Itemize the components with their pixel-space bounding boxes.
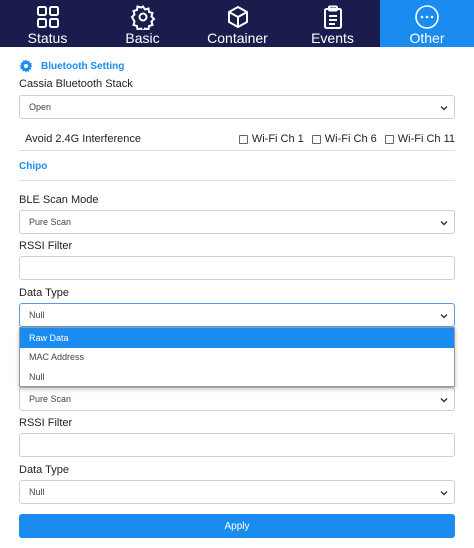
- rssi-filter-label-2: RSSI Filter: [19, 417, 73, 429]
- data-type-label: Data Type: [19, 287, 69, 299]
- tab-status[interactable]: Status: [0, 0, 95, 47]
- rssi-filter-input-2[interactable]: [19, 433, 455, 457]
- chevron-down-icon: [440, 106, 448, 111]
- tab-events[interactable]: Events: [285, 0, 380, 47]
- section-title-text: Bluetooth Setting: [41, 60, 125, 72]
- divider: [19, 150, 455, 151]
- checkbox-box: [384, 134, 394, 144]
- chipo-section-title: Chipo: [19, 161, 47, 172]
- data-type-select[interactable]: Null: [19, 303, 455, 327]
- wifi-ch11-checkbox[interactable]: Wi-Fi Ch 11: [384, 133, 455, 145]
- grid-icon: [36, 6, 59, 28]
- chevron-down-icon: [440, 314, 448, 319]
- select-value: Null: [29, 487, 45, 497]
- more-icon: [415, 5, 439, 29]
- scan-mode-label: BLE Scan Mode: [19, 194, 99, 206]
- cube-icon: [227, 6, 248, 28]
- clipboard-icon: [323, 5, 342, 29]
- checkbox-label: Wi-Fi Ch 11: [397, 133, 455, 145]
- apply-button[interactable]: Apply: [19, 514, 455, 538]
- wifi-ch6-checkbox[interactable]: Wi-Fi Ch 6: [311, 133, 377, 145]
- checkbox-label: Wi-Fi Ch 6: [324, 133, 377, 145]
- section-title-text: Chipo: [19, 161, 48, 172]
- tab-label: Events: [311, 30, 354, 46]
- chevron-down-icon: [440, 221, 448, 226]
- dropdown-option-null[interactable]: Null: [20, 367, 454, 387]
- dropdown-option-raw-data[interactable]: Raw Data: [20, 328, 454, 348]
- data-type-dropdown: Raw Data MAC Address Null: [19, 327, 455, 387]
- wifi-ch1-checkbox[interactable]: Wi-Fi Ch 1: [238, 133, 304, 145]
- data-type-select-2[interactable]: Null: [19, 480, 455, 504]
- checkbox-box: [238, 134, 248, 144]
- bluetooth-stack-select[interactable]: Open: [19, 95, 455, 119]
- ble-scan-mode-select[interactable]: Pure Scan: [19, 210, 455, 234]
- tab-label: Container: [207, 30, 268, 46]
- select-value: Pure Scan: [29, 217, 72, 227]
- tab-label: Other: [409, 30, 445, 46]
- select-value: Open: [29, 102, 52, 112]
- dropdown-option-mac-address[interactable]: MAC Address: [20, 348, 454, 368]
- tab-other[interactable]: Other: [380, 0, 474, 47]
- select-value: Null: [29, 310, 45, 320]
- wifi-channel-options: Wi-Fi Ch 1 Wi-Fi Ch 6 Wi-Fi Ch 11: [231, 133, 455, 145]
- select-value: Pure Scan: [29, 394, 72, 404]
- checkbox-label: Wi-Fi Ch 1: [251, 133, 304, 145]
- bluetooth-section-title: Bluetooth Setting: [19, 59, 124, 73]
- chevron-down-icon: [440, 491, 448, 496]
- ble-scan-mode-select-2[interactable]: Pure Scan: [19, 387, 455, 411]
- gear-icon: [19, 59, 33, 73]
- divider: [19, 180, 455, 181]
- tab-label: Basic: [125, 30, 160, 46]
- rssi-filter-input[interactable]: [19, 256, 455, 280]
- stack-label: Cassia Bluetooth Stack: [19, 78, 133, 90]
- checkbox-box: [311, 134, 321, 144]
- gear-icon: [130, 5, 155, 30]
- tab-basic[interactable]: Basic: [95, 0, 190, 47]
- chevron-down-icon: [440, 398, 448, 403]
- data-type-label-2: Data Type: [19, 464, 69, 476]
- tab-label: Status: [27, 30, 68, 46]
- tab-container[interactable]: Container: [190, 0, 285, 47]
- interference-label: Avoid 2.4G Interference: [25, 133, 141, 145]
- rssi-filter-label: RSSI Filter: [19, 240, 73, 252]
- top-nav: Status Basic Container Events Other: [0, 0, 474, 47]
